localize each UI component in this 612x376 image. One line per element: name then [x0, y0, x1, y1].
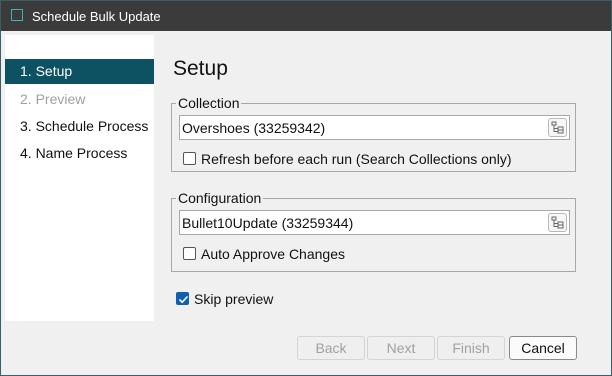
tree-browse-icon — [551, 216, 564, 229]
step-name-process[interactable]: 4. Name Process — [5, 141, 154, 166]
dialog-window: Schedule Bulk Update 1. Setup 2. Preview… — [0, 0, 612, 376]
cancel-button[interactable]: Cancel — [509, 336, 577, 360]
step-schedule-process[interactable]: 3. Schedule Process — [5, 114, 154, 139]
configuration-group-label: Configuration — [176, 190, 264, 207]
collection-field[interactable]: Overshoes (33259342) — [179, 115, 570, 140]
configuration-value: Bullet10Update (33259344) — [182, 215, 354, 231]
refresh-checkbox[interactable] — [183, 152, 196, 165]
auto-approve-label[interactable]: Auto Approve Changes — [201, 245, 345, 263]
finish-button: Finish — [437, 336, 505, 360]
step-preview: 2. Preview — [20, 91, 86, 107]
step-setup[interactable]: 1. Setup — [5, 59, 154, 84]
collection-group: Collection Overshoes (33259342) Refresh … — [171, 95, 576, 172]
back-button: Back — [297, 336, 365, 360]
collection-value: Overshoes (33259342) — [182, 120, 326, 136]
skip-preview-checkbox[interactable] — [176, 292, 189, 305]
configuration-group: Configuration Bullet10Update (33259344) … — [171, 190, 576, 272]
page-title: Setup — [173, 57, 228, 80]
tree-browse-icon — [551, 121, 564, 134]
next-button: Next — [367, 336, 435, 360]
app-icon — [11, 9, 23, 21]
configuration-browse-button[interactable] — [548, 213, 567, 232]
collection-browse-button[interactable] — [548, 118, 567, 137]
title-bar[interactable]: Schedule Bulk Update — [1, 1, 611, 31]
wizard-steps-sidebar: 1. Setup 2. Preview 3. Schedule Process … — [5, 35, 154, 321]
checkmark-icon — [178, 295, 189, 304]
auto-approve-checkbox[interactable] — [183, 247, 196, 260]
refresh-label[interactable]: Refresh before each run (Search Collecti… — [201, 150, 512, 168]
window-title: Schedule Bulk Update — [32, 9, 161, 24]
configuration-field[interactable]: Bullet10Update (33259344) — [179, 210, 570, 235]
collection-group-label: Collection — [176, 95, 242, 112]
skip-preview-label[interactable]: Skip preview — [194, 290, 273, 308]
